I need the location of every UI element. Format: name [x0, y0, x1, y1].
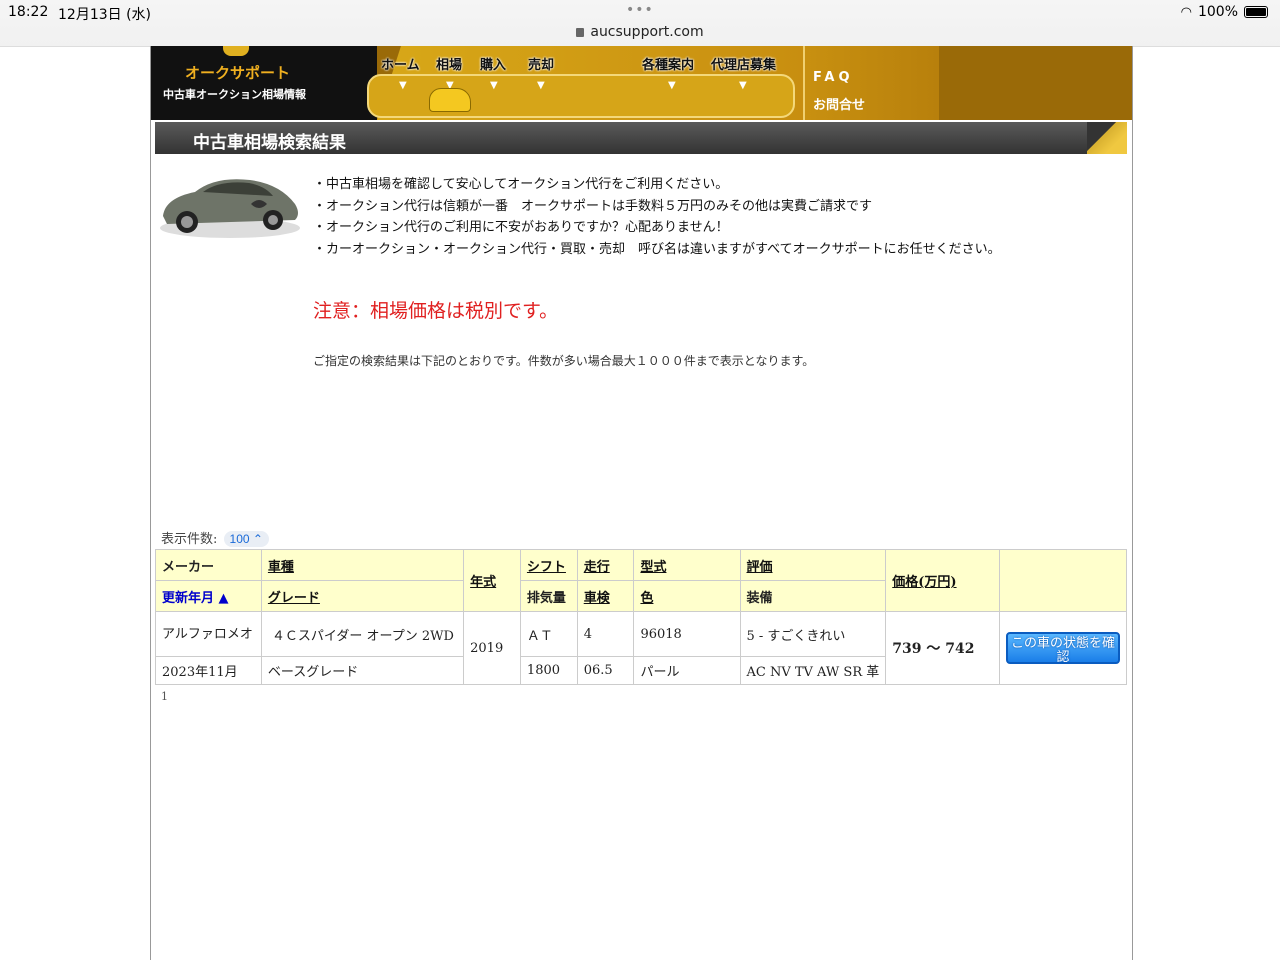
status-bar: 18:22 12月13日 (水) ••• aucsupport.com ◠ 10…: [0, 0, 1280, 47]
chevron-down-icon: ▼: [490, 80, 498, 91]
cell-year: 2019: [463, 611, 521, 685]
tax-notice: 注意：相場価格は税別です。: [313, 300, 559, 322]
logo-mark-icon: [223, 46, 249, 56]
cell-displacement: 1800: [519, 656, 578, 685]
display-count-label: 表示件数:: [161, 532, 218, 547]
pagination-page[interactable]: 1: [161, 690, 168, 703]
logo-title: オークサポート: [185, 64, 291, 82]
nav-purchase[interactable]: 購入: [480, 54, 506, 73]
page-frame: オークサポート 中古車オークション相場情報 ホーム 相場 購入 売却 各種案内 …: [150, 46, 1133, 960]
results-table: メーカー 車種 年式 シフト 走行 型式 評価 価格(万円) 更新年月 ▲ グレ…: [155, 549, 1127, 685]
cell-equipment: AC NV TV AW SR 革: [739, 656, 887, 685]
car-icon: [429, 88, 471, 112]
sort-mileage-link[interactable]: 走行: [584, 560, 610, 575]
bullet-item: ・中古車相場を確認して安心してオークション代行をご利用ください。: [313, 177, 729, 192]
info-bullets: ・中古車相場を確認して安心してオークション代行をご利用ください。 ・オークション…: [313, 174, 1001, 260]
chevron-down-icon: ▼: [668, 80, 676, 91]
bullet-item: ・オークション代行は信頼が一番 オークサポートは手数料５万円のみその他は実費ご請…: [313, 198, 873, 214]
date: 12月13日 (水): [58, 7, 152, 23]
sort-inspection-link[interactable]: 車検: [584, 591, 610, 606]
cell-price: 739 ～ 742: [885, 611, 1000, 685]
sort-type-link[interactable]: 型式: [640, 560, 666, 575]
title-bar: 中古車相場検索結果: [155, 122, 1127, 154]
contact-link[interactable]: お問合せ: [813, 94, 865, 113]
nav-sell[interactable]: 売却: [528, 54, 554, 73]
clock: 18:22: [8, 4, 49, 20]
cell-updated: 2023年11月: [155, 656, 262, 685]
more-dots-icon[interactable]: •••: [626, 2, 654, 18]
cell-rating: 5 - すごくきれい: [739, 611, 887, 657]
wifi-icon: ◠: [1180, 4, 1192, 20]
url-text: aucsupport.com: [590, 24, 704, 40]
cell-inspection: 06.5: [576, 656, 635, 685]
header-maker: メーカー: [155, 549, 262, 581]
chevron-down-icon: ▼: [739, 80, 747, 91]
table-row: アルファロメオ ４Ｃスパイダー オープン 2WD 2019 ＡＴ 4 96018…: [155, 611, 1127, 685]
side-links: FAQ お問合せ: [803, 46, 939, 120]
table-header-row: メーカー 車種 年式 シフト 走行 型式 評価 価格(万円): [155, 549, 1127, 612]
chevron-down-icon: ▼: [537, 80, 545, 91]
nav-home[interactable]: ホーム: [381, 54, 420, 73]
cell-maker: アルファロメオ: [155, 611, 262, 657]
check-condition-button[interactable]: この車の状態を確認: [1006, 631, 1120, 664]
bullet-item: ・オークション代行のご利用に不安がおありですか？心配ありません！: [313, 220, 729, 235]
cell-model: ４Ｃスパイダー オープン 2WD: [260, 611, 465, 657]
title-corner-decoration: [1087, 122, 1127, 154]
chevron-updown-icon: ⌃: [252, 532, 263, 546]
cell-shift: ＡＴ: [519, 611, 578, 657]
nav-market[interactable]: 相場: [436, 54, 462, 73]
header-action: [999, 549, 1127, 612]
page-title: 中古車相場検索結果: [193, 133, 346, 153]
sort-price-link[interactable]: 価格(万円): [892, 575, 956, 590]
display-count-value: 100: [229, 532, 250, 546]
cell-mileage: 4: [576, 611, 635, 657]
nav-guide[interactable]: 各種案内: [642, 54, 694, 73]
sort-grade-link[interactable]: グレード: [268, 591, 320, 606]
battery-level: 100%: [1197, 4, 1238, 20]
chevron-down-icon: ▼: [399, 80, 407, 91]
result-note: ご指定の検索結果は下記のとおりです。件数が多い場合最大１０００件まで表示となりま…: [313, 354, 815, 368]
faq-link[interactable]: FAQ: [813, 70, 854, 85]
sort-year-link[interactable]: 年式: [470, 575, 496, 590]
battery-icon: [1244, 6, 1268, 18]
nav-agency[interactable]: 代理店募集: [711, 54, 776, 73]
url-bar[interactable]: aucsupport.com: [560, 24, 720, 40]
cell-color: パール: [633, 656, 741, 685]
sports-car-image: [155, 158, 305, 244]
display-count-row: 表示件数: 100 ⌃: [161, 528, 269, 547]
status-icons: ◠ 100%: [1181, 4, 1268, 20]
sort-model-link[interactable]: 車種: [268, 560, 294, 575]
display-count-select[interactable]: 100 ⌃: [223, 531, 269, 547]
sort-rating-link[interactable]: 評価: [747, 560, 773, 575]
cell-grade: ベースグレード: [260, 656, 465, 685]
sort-shift-link[interactable]: シフト: [527, 560, 566, 575]
site-header: オークサポート 中古車オークション相場情報 ホーム 相場 購入 売却 各種案内 …: [151, 46, 1132, 120]
bullet-item: ・カーオークション・オークション代行・買取・売却 呼び名は違いますがすべてオーク…: [313, 241, 1001, 257]
header-displacement: 排気量: [519, 580, 578, 612]
logo-subtitle: 中古車オークション相場情報: [163, 88, 306, 101]
sort-updated-link[interactable]: 更新年月 ▲: [162, 591, 229, 606]
lock-icon: [576, 28, 585, 37]
sort-color-link[interactable]: 色: [640, 591, 653, 606]
logo[interactable]: オークサポート 中古車オークション相場情報: [151, 46, 377, 120]
header-equipment: 装備: [739, 580, 887, 612]
cell-type: 96018: [633, 611, 741, 657]
